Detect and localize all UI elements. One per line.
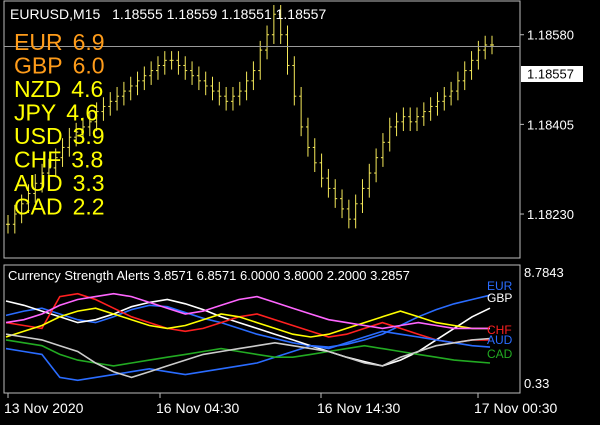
- chart-title: EURUSD,M15 1.18555 1.18559 1.18551 1.185…: [10, 6, 326, 22]
- strength-value: 3.3: [73, 170, 105, 196]
- strength-value: 4.6: [66, 100, 98, 126]
- strength-value: 4.6: [71, 76, 103, 102]
- time-tick-label: 17 Nov 00:30: [474, 400, 557, 416]
- indicator-frame[interactable]: [3, 264, 521, 394]
- strength-currency: AUD: [14, 170, 63, 196]
- strength-row-gbp: GBP 6.0: [14, 53, 105, 79]
- strength-currency: JPY: [14, 100, 56, 126]
- time-axis[interactable]: 13 Nov 2020 16 Nov 04:30 16 Nov 14:30 17 No…: [4, 393, 557, 416]
- price-tick-label: 1.18405: [527, 117, 574, 132]
- current-price-label: 1.18557: [527, 67, 574, 82]
- strength-value: 3.9: [73, 123, 105, 149]
- indicator-label: Currency Strength Alerts 3.8571 6.8571 6…: [8, 268, 410, 283]
- ohlc-readout: 1.18555 1.18559 1.18551 1.18557: [112, 6, 326, 22]
- strength-value: 6.0: [73, 53, 105, 79]
- indicator-scale-max: 8.7843: [524, 265, 564, 280]
- strength-currency: USD: [14, 123, 63, 149]
- strength-row-jpy: JPY 4.6: [14, 100, 98, 126]
- time-tick-label: 16 Nov 14:30: [317, 400, 400, 416]
- line-label-aud: AUD: [487, 333, 513, 347]
- mt4-chart-window[interactable]: EURUSD,M15 1.18555 1.18559 1.18551 1.185…: [0, 0, 600, 420]
- strength-currency: EUR: [14, 29, 63, 55]
- price-scale[interactable]: 1.18580 1.18405 1.18230: [520, 28, 574, 222]
- strength-currency: GBP: [14, 53, 63, 79]
- line-label-cad: CAD: [487, 347, 513, 361]
- strength-currency: CHF: [14, 147, 61, 173]
- strength-value: 2.2: [73, 194, 105, 220]
- strength-row-aud: AUD 3.3: [14, 170, 105, 196]
- strength-row-usd: USD 3.9: [14, 123, 105, 149]
- symbol-timeframe: EURUSD,M15: [10, 6, 100, 22]
- strength-value: 3.8: [71, 147, 103, 173]
- strength-value: 6.9: [73, 29, 105, 55]
- strength-row-nzd: NZD 4.6: [14, 76, 103, 102]
- strength-row-chf: CHF 3.8: [14, 147, 103, 173]
- price-tick-label: 1.18580: [527, 28, 574, 43]
- strength-currency: NZD: [14, 76, 61, 102]
- strength-row-eur: EUR 6.9: [14, 29, 105, 55]
- line-label-gbp: GBP: [487, 291, 512, 305]
- strength-row-cad: CAD 2.2: [14, 194, 105, 220]
- strength-currency: CAD: [14, 194, 63, 220]
- time-tick-label: 13 Nov 2020: [4, 400, 84, 416]
- price-tick-label: 1.18230: [527, 207, 574, 222]
- strength-table: EUR 6.9GBP 6.0NZD 4.6JPY 4.6USD 3.9CHF 3.8AUD 3…: [14, 29, 105, 220]
- time-tick-label: 16 Nov 04:30: [156, 400, 239, 416]
- indicator-scale-min: 0.33: [524, 376, 549, 391]
